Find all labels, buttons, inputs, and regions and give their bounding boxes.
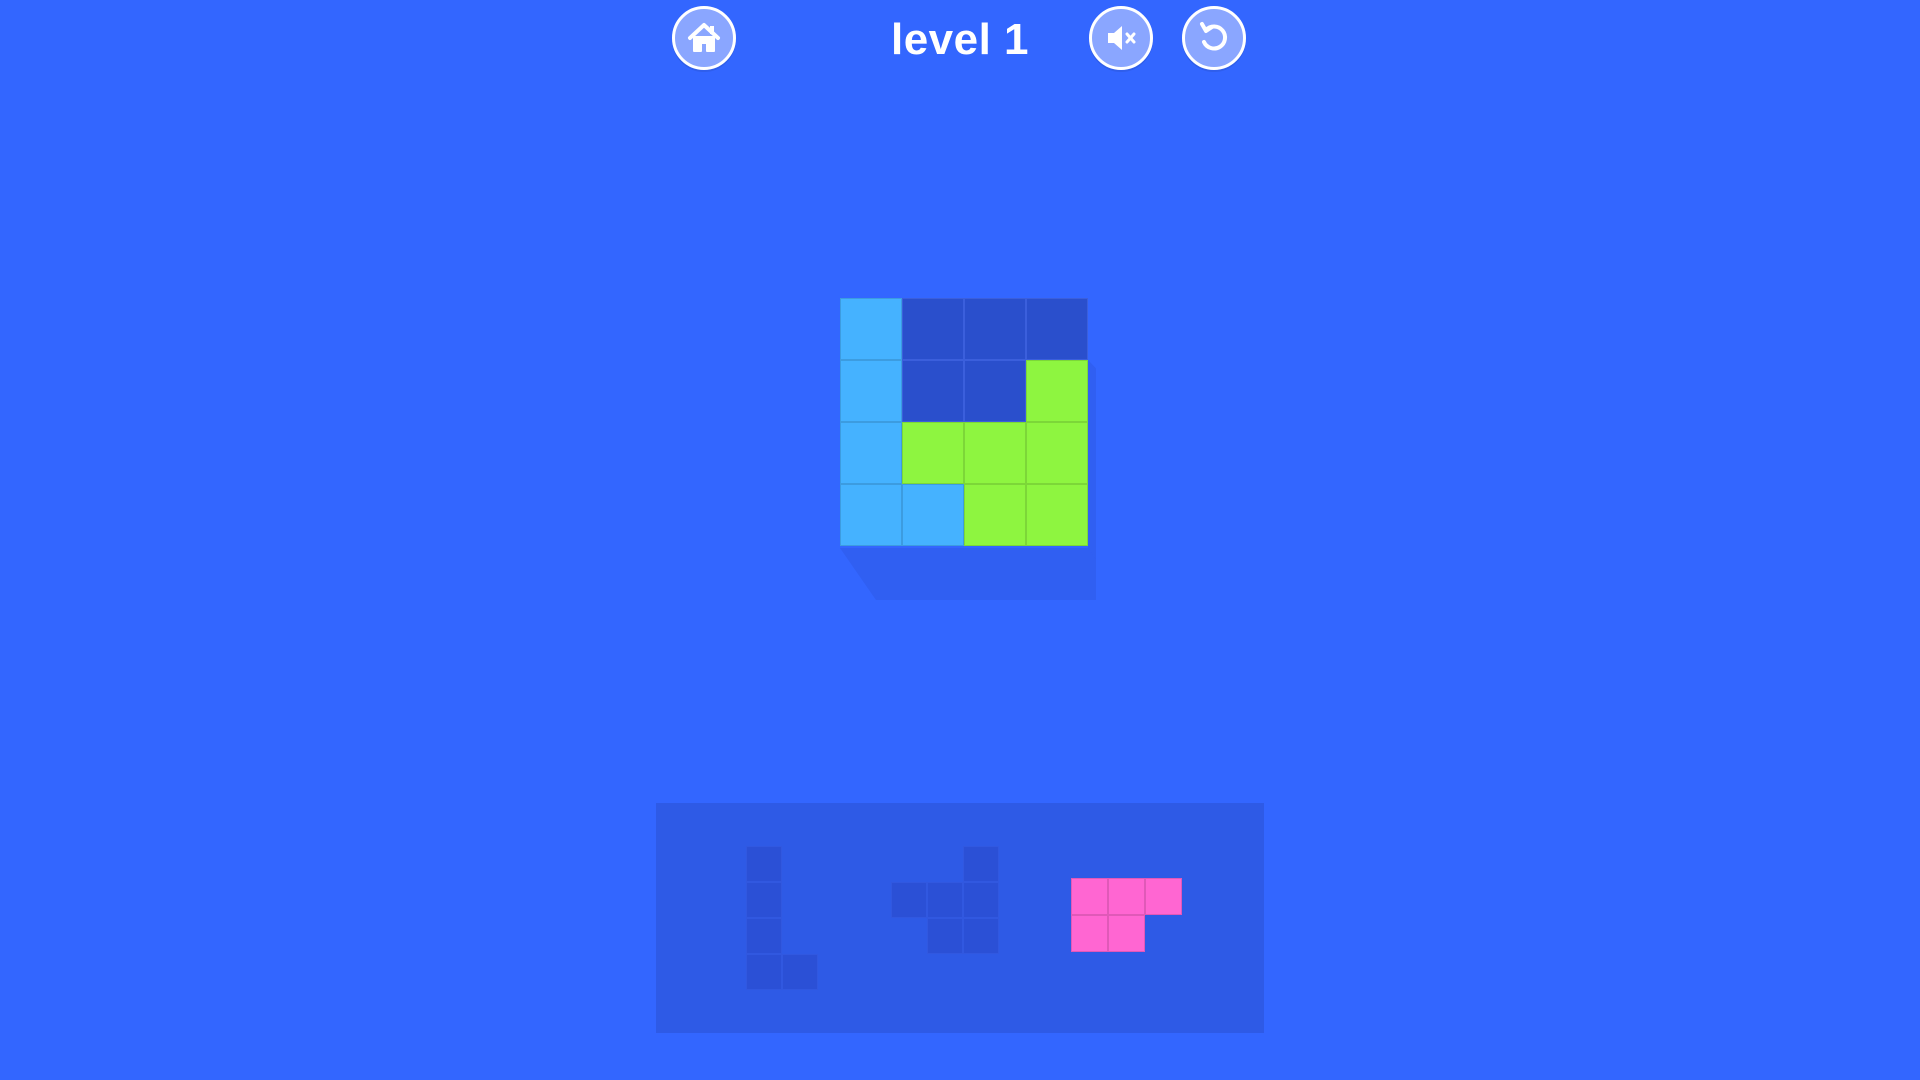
s-piece-cell <box>963 846 999 882</box>
board-cell-1-1[interactable] <box>902 360 964 422</box>
s-piece-cell <box>963 882 999 918</box>
game-stage: level 1 <box>0 0 1920 1080</box>
l-piece-cell <box>782 954 818 990</box>
sound-toggle-button[interactable] <box>1089 6 1153 70</box>
pink-piece-cell[interactable] <box>1071 878 1108 915</box>
board-cell-2-2[interactable] <box>964 422 1026 484</box>
level-title: level 1 <box>890 15 1030 64</box>
board-cell-1-2[interactable] <box>964 360 1026 422</box>
board-cell-0-0[interactable] <box>840 298 902 360</box>
l-piece-cell <box>746 882 782 918</box>
board-cell-3-3[interactable] <box>1026 484 1088 546</box>
s-piece-cell <box>927 882 963 918</box>
l-piece-cell <box>746 918 782 954</box>
piece-tray <box>656 803 1264 1033</box>
home-icon <box>684 18 724 58</box>
home-button[interactable] <box>672 6 736 70</box>
sound-muted-icon <box>1101 18 1141 58</box>
board-cell-3-0[interactable] <box>840 484 902 546</box>
board-cell-2-3[interactable] <box>1026 422 1088 484</box>
board-cell-0-2[interactable] <box>964 298 1026 360</box>
restart-icon <box>1194 18 1234 58</box>
board-cell-3-2[interactable] <box>964 484 1026 546</box>
puzzle-board[interactable] <box>840 298 1088 546</box>
s-piece-cell <box>927 918 963 954</box>
board-cell-0-3[interactable] <box>1026 298 1088 360</box>
s-piece-cell <box>891 882 927 918</box>
board-cell-1-3[interactable] <box>1026 360 1088 422</box>
pink-piece-cell[interactable] <box>1108 915 1145 952</box>
l-piece-cell <box>746 846 782 882</box>
pink-piece-cell[interactable] <box>1071 915 1108 952</box>
restart-button[interactable] <box>1182 6 1246 70</box>
s-piece-cell <box>963 918 999 954</box>
board-cell-2-0[interactable] <box>840 422 902 484</box>
l-piece-cell <box>746 954 782 990</box>
board-cell-2-1[interactable] <box>902 422 964 484</box>
pink-piece-cell[interactable] <box>1145 878 1182 915</box>
board-cell-3-1[interactable] <box>902 484 964 546</box>
board-cell-1-0[interactable] <box>840 360 902 422</box>
board-cell-0-1[interactable] <box>902 298 964 360</box>
pink-piece-cell[interactable] <box>1108 878 1145 915</box>
